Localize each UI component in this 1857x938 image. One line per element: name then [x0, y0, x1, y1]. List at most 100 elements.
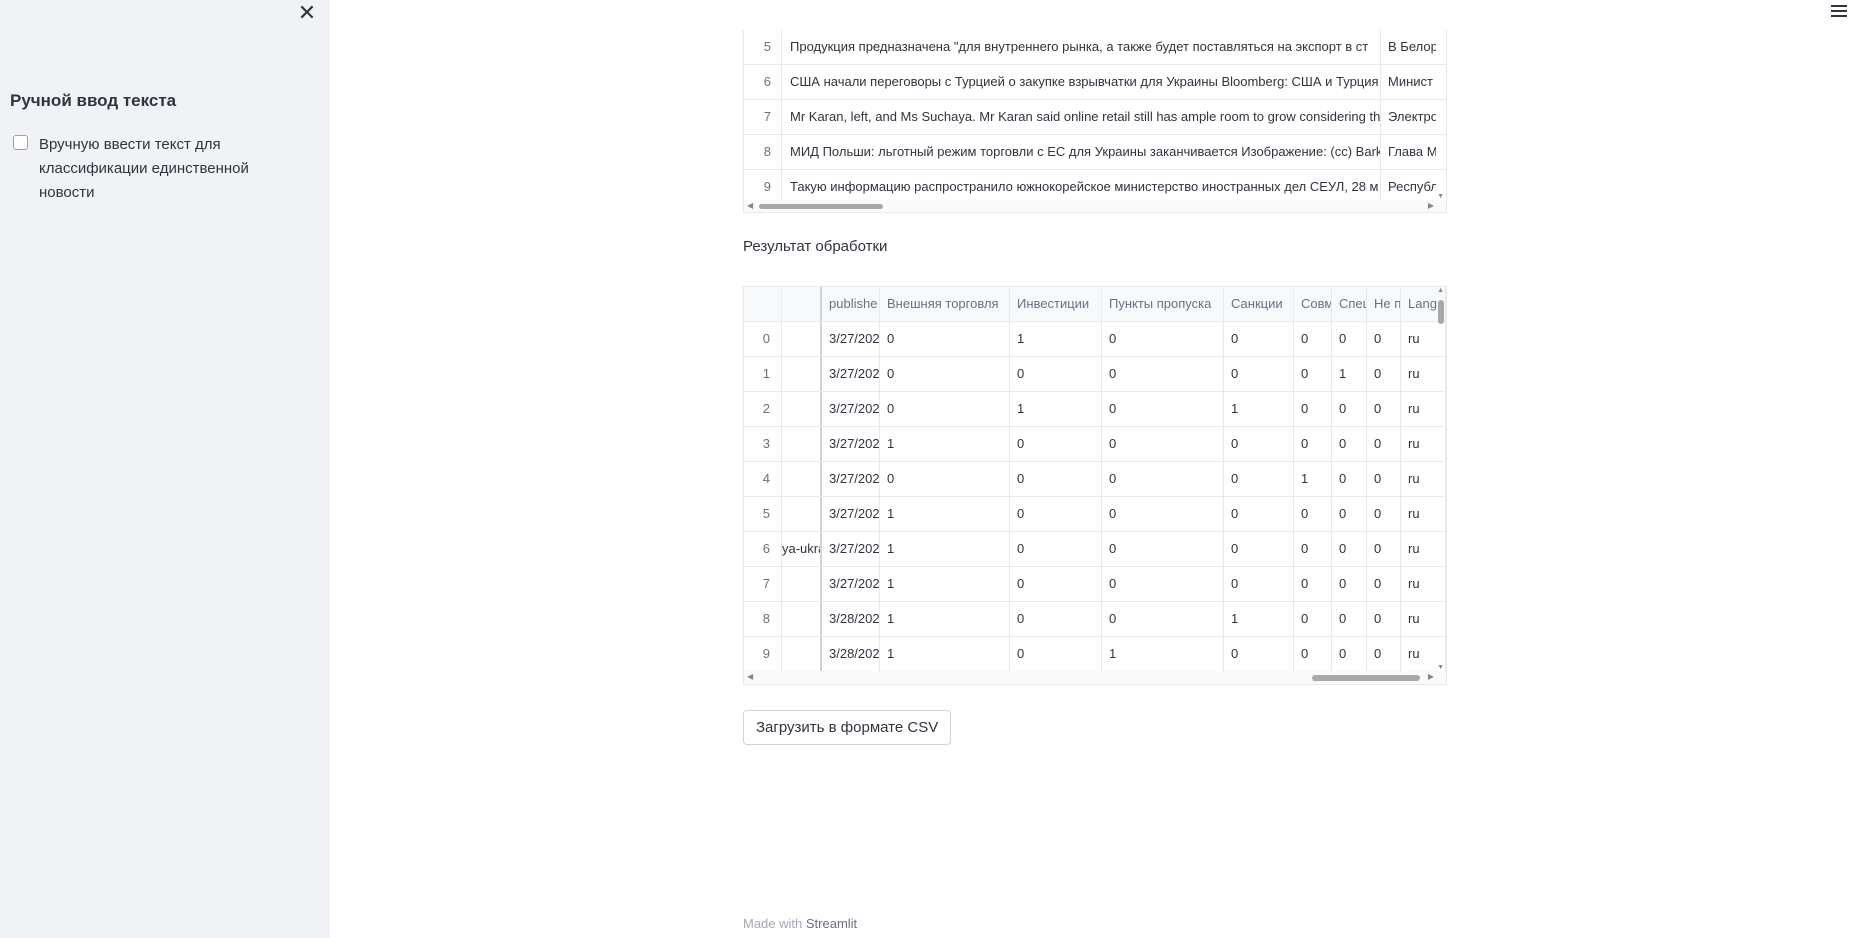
table-cell[interactable]: 1: [880, 427, 1010, 461]
table-cell[interactable]: МИД Польши: льготный режим торговли с ЕС…: [782, 135, 1381, 169]
table-cell[interactable]: [782, 357, 822, 391]
column-header[interactable]: Совм: [1294, 287, 1332, 321]
table-row[interactable]: 3 3/27/202 1 0 0 0 0 0 0 ru: [744, 427, 1446, 462]
table-row[interactable]: 7 Mr Karan, left, and Ms Suchaya. Mr Kara…: [744, 100, 1446, 135]
table-cell[interactable]: 0: [880, 392, 1010, 426]
table-cell[interactable]: 1: [880, 602, 1010, 636]
table-cell[interactable]: 0: [1367, 567, 1401, 601]
column-header[interactable]: [782, 287, 822, 321]
table-cell[interactable]: 3/28/202: [822, 602, 880, 636]
column-header[interactable]: Спец: [1332, 287, 1367, 321]
table-cell[interactable]: 0: [1010, 532, 1102, 566]
table-cell[interactable]: 3/27/202: [822, 462, 880, 496]
table-cell[interactable]: 1: [1224, 602, 1294, 636]
table-cell[interactable]: 0: [1294, 357, 1332, 391]
table-cell[interactable]: 0: [880, 357, 1010, 391]
table-cell[interactable]: [782, 637, 822, 671]
table-cell[interactable]: [782, 497, 822, 531]
table-cell[interactable]: [782, 462, 822, 496]
table-cell[interactable]: Продукция предназначена "для внутреннего…: [782, 30, 1381, 64]
table-cell[interactable]: [782, 602, 822, 636]
column-header[interactable]: Санкции: [1224, 287, 1294, 321]
table-cell[interactable]: Mr Karan, left, and Ms Suchaya. Mr Karan…: [782, 100, 1381, 134]
table-cell[interactable]: 0: [1332, 462, 1367, 496]
table-cell[interactable]: 0: [1294, 322, 1332, 356]
table-cell[interactable]: 1: [1332, 357, 1367, 391]
table-cell[interactable]: 0: [1294, 392, 1332, 426]
column-header[interactable]: Пункты пропуска: [1102, 287, 1224, 321]
table-cell[interactable]: Республ: [1381, 170, 1436, 204]
table-cell[interactable]: 0: [1294, 497, 1332, 531]
result-data-table[interactable]: publishe Внешняя торговля Инвестиции Пункты…: [743, 286, 1447, 685]
table-cell[interactable]: 0: [1102, 392, 1224, 426]
table-cell[interactable]: 0: [1332, 427, 1367, 461]
hamburger-menu-icon[interactable]: [1829, 2, 1849, 20]
table-row[interactable]: 9 3/28/202 1 0 1 0 0 0 0 ru: [744, 637, 1446, 672]
table-cell[interactable]: 3/27/202: [822, 357, 880, 391]
table-cell[interactable]: 0: [1367, 602, 1401, 636]
table-cell[interactable]: 0: [1294, 532, 1332, 566]
table-cell[interactable]: 0: [1367, 637, 1401, 671]
table-cell[interactable]: 0: [1332, 497, 1367, 531]
table-cell[interactable]: 3/27/202: [822, 427, 880, 461]
table-cell[interactable]: 0: [1332, 637, 1367, 671]
table-cell[interactable]: 3/27/202: [822, 497, 880, 531]
table-cell[interactable]: 0: [1010, 427, 1102, 461]
column-header[interactable]: publishe: [822, 287, 880, 321]
table-cell[interactable]: 0: [1294, 637, 1332, 671]
top-table-vertical-scrollbar[interactable]: ▼: [1436, 30, 1446, 200]
table-cell[interactable]: 0: [1224, 532, 1294, 566]
input-data-table[interactable]: 9 Такую информацию распространило южнокор…: [743, 30, 1447, 213]
table-cell[interactable]: ya-ukra: [782, 532, 822, 566]
manual-input-checkbox-label[interactable]: Вручную ввести текст для классификации е…: [39, 133, 269, 205]
streamlit-link[interactable]: Streamlit: [806, 916, 857, 931]
table-cell[interactable]: США начали переговоры с Турцией о закупк…: [782, 65, 1381, 99]
table-cell[interactable]: 0: [1224, 357, 1294, 391]
table-cell[interactable]: 0: [1332, 532, 1367, 566]
table-row[interactable]: 5 3/27/202 1 0 0 0 0 0 0 ru: [744, 497, 1446, 532]
table-cell[interactable]: Электро: [1381, 100, 1436, 134]
table-cell[interactable]: 0: [1367, 462, 1401, 496]
result-table-horizontal-scrollbar[interactable]: ◀ ▶: [744, 671, 1446, 684]
table-cell[interactable]: 0: [1010, 497, 1102, 531]
table-cell[interactable]: 0: [1102, 497, 1224, 531]
table-cell[interactable]: Минист: [1381, 65, 1436, 99]
table-cell[interactable]: 0: [1224, 427, 1294, 461]
table-cell[interactable]: 0: [1102, 532, 1224, 566]
table-cell[interactable]: 0: [880, 322, 1010, 356]
table-cell[interactable]: 0: [1367, 357, 1401, 391]
table-row[interactable]: 6 США начали переговоры с Турцией о закуп…: [744, 65, 1446, 100]
result-table-vertical-scrollbar[interactable]: ▲ ▼: [1434, 287, 1446, 671]
table-row[interactable]: 4 3/27/202 0 0 0 0 1 0 0 ru: [744, 462, 1446, 497]
table-cell[interactable]: 0: [1224, 637, 1294, 671]
table-cell[interactable]: 0: [1367, 532, 1401, 566]
table-cell[interactable]: 0: [1332, 567, 1367, 601]
table-row[interactable]: 5 Продукция предназначена "для внутреннег…: [744, 30, 1446, 65]
table-cell[interactable]: 3/27/202: [822, 567, 880, 601]
table-row[interactable]: 1 3/27/202 0 0 0 0 0 1 0 ru: [744, 357, 1446, 392]
column-header[interactable]: Инвестиции: [1010, 287, 1102, 321]
top-table-horizontal-scrollbar[interactable]: ◀ ▶: [744, 200, 1446, 212]
table-cell[interactable]: Такую информацию распространило южнокоре…: [782, 170, 1381, 204]
table-cell[interactable]: 0: [1367, 427, 1401, 461]
table-cell[interactable]: 3/27/202: [822, 322, 880, 356]
table-cell[interactable]: 0: [1367, 322, 1401, 356]
manual-input-checkbox[interactable]: [13, 135, 28, 150]
table-cell[interactable]: 0: [1224, 322, 1294, 356]
table-cell[interactable]: 1: [1102, 637, 1224, 671]
table-cell[interactable]: 1: [1010, 392, 1102, 426]
table-cell[interactable]: 0: [1102, 427, 1224, 461]
download-csv-button[interactable]: Загрузить в формате CSV: [743, 710, 952, 745]
manual-input-checkbox-row[interactable]: Вручную ввести текст для классификации е…: [13, 133, 313, 205]
table-row[interactable]: 2 3/27/202 0 1 0 1 0 0 0 ru: [744, 392, 1446, 427]
close-icon[interactable]: ✕: [296, 2, 318, 24]
table-cell[interactable]: 0: [1010, 357, 1102, 391]
table-cell[interactable]: 3/28/202: [822, 637, 880, 671]
table-cell[interactable]: 0: [1010, 602, 1102, 636]
table-cell[interactable]: [782, 427, 822, 461]
table-cell[interactable]: 0: [1102, 602, 1224, 636]
table-cell[interactable]: 1: [880, 532, 1010, 566]
table-cell[interactable]: 0: [1102, 357, 1224, 391]
table-cell[interactable]: [782, 392, 822, 426]
table-cell[interactable]: [782, 322, 822, 356]
